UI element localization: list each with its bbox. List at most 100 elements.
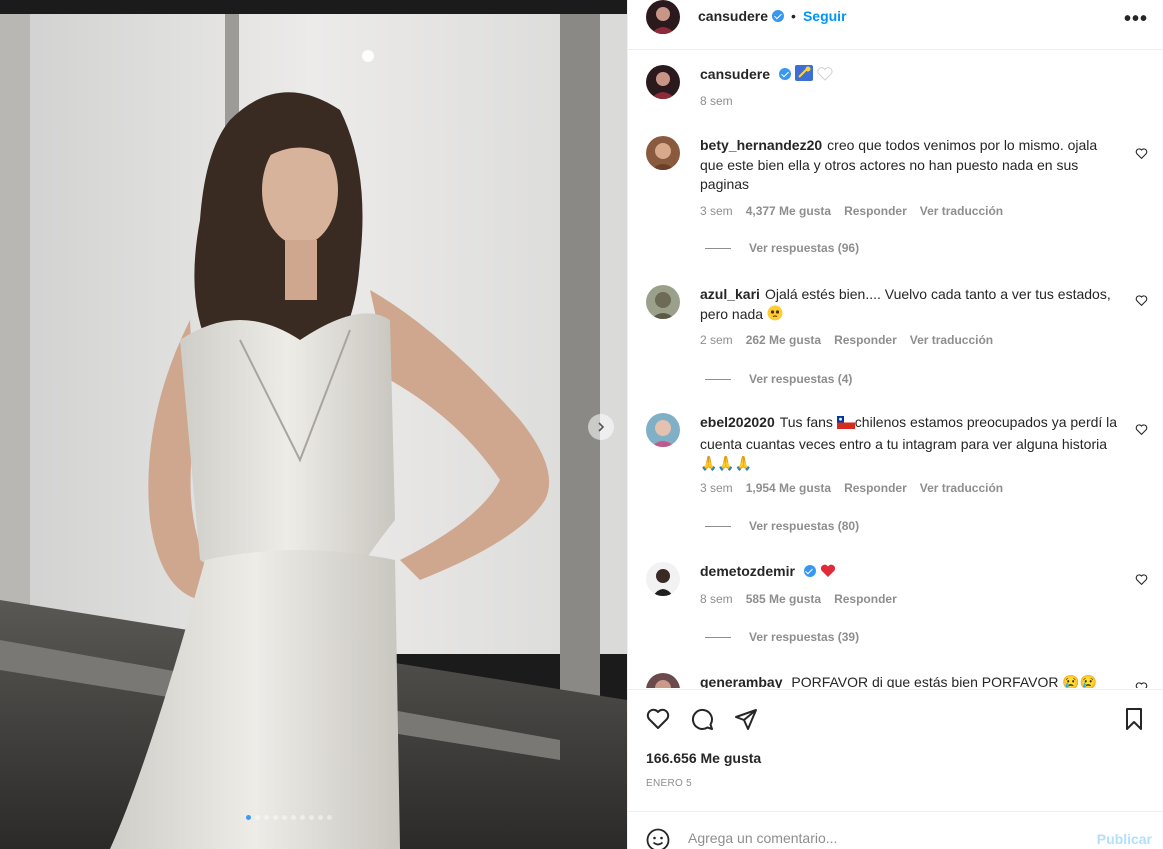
- carousel-dot: [255, 815, 260, 820]
- caption-username[interactable]: cansudere: [700, 66, 770, 82]
- carousel-indicator: [246, 815, 332, 820]
- separator-dot: •: [791, 8, 796, 24]
- follow-button[interactable]: Seguir: [803, 8, 847, 24]
- comment-likes[interactable]: 262 Me gusta: [746, 333, 821, 347]
- carousel-dot: [327, 815, 332, 820]
- chevron-right-icon: [598, 422, 605, 432]
- view-replies-label: Ver respuestas (96): [749, 241, 860, 255]
- comment-meta: 8 sem 585 Me gusta Responder: [700, 592, 910, 606]
- comment-meta: 3 sem 4,377 Me gusta Responder Ver traducci…: [700, 204, 1016, 218]
- comment-emoji: 🙏🙏🙏: [700, 455, 753, 471]
- comment-bubble-icon[interactable]: [690, 707, 714, 731]
- post-actions: 166.656 Me gusta ENERO 5: [628, 689, 1163, 811]
- post-header: cansudere • Seguir •••: [628, 0, 1163, 50]
- shooting-star-icon: [794, 65, 813, 87]
- view-replies-button[interactable]: Ver respuestas (96): [705, 241, 859, 255]
- comment-time[interactable]: 3 sem: [700, 481, 733, 495]
- commenter-username[interactable]: generambay: [700, 674, 782, 688]
- carousel-dot: [273, 815, 278, 820]
- caption-time[interactable]: 8 sem: [700, 94, 733, 108]
- translate-button[interactable]: Ver traducción: [920, 204, 1003, 218]
- commenter-username[interactable]: azul_kari: [700, 286, 760, 302]
- emoji-smiley-icon[interactable]: [646, 828, 670, 849]
- verified-badge-icon: [779, 68, 792, 80]
- reply-button[interactable]: Responder: [834, 592, 897, 606]
- commenter-avatar[interactable]: [646, 285, 680, 319]
- carousel-dot: [291, 815, 296, 820]
- add-comment-bar: Publicar: [628, 811, 1163, 849]
- commenter-username[interactable]: demetozdemir: [700, 563, 795, 579]
- post-side-panel: cansudere • Seguir ••• cansudere 8 sem b…: [627, 0, 1163, 849]
- replies-divider: [705, 378, 731, 380]
- carousel-dot: [282, 815, 287, 820]
- reply-button[interactable]: Responder: [844, 481, 907, 495]
- comment-text: ebel202020 Tus fans chilenos estamos preo…: [700, 413, 1120, 474]
- carousel-dot: [246, 815, 251, 820]
- commenter-username[interactable]: bety_hernandez20: [700, 137, 822, 153]
- comment-meta: 3 sem 1,954 Me gusta Responder Ver traducci…: [700, 481, 1016, 495]
- publish-button[interactable]: Publicar: [1097, 831, 1152, 847]
- like-comment-heart-icon[interactable]: [1135, 294, 1148, 307]
- like-heart-icon[interactable]: [646, 707, 670, 731]
- white-heart-icon: [817, 67, 833, 87]
- header-user-line: cansudere • Seguir: [698, 8, 847, 24]
- carousel-dot: [264, 815, 269, 820]
- verified-badge-icon: [803, 565, 816, 577]
- add-comment-input[interactable]: [688, 830, 1068, 846]
- post-date[interactable]: ENERO 5: [646, 778, 692, 789]
- reply-button[interactable]: Responder: [844, 204, 907, 218]
- comment-likes[interactable]: 4,377 Me gusta: [746, 204, 831, 218]
- elevator-portrait-image: [0, 0, 627, 849]
- comment-time[interactable]: 2 sem: [700, 333, 733, 347]
- like-comment-heart-icon[interactable]: [1135, 573, 1148, 586]
- comment-time[interactable]: 3 sem: [700, 204, 733, 218]
- comment-text: bety_hernandez20 creo que todos venimos p…: [700, 136, 1120, 195]
- view-replies-button[interactable]: Ver respuestas (39): [705, 630, 859, 644]
- commenter-username[interactable]: ebel202020: [700, 414, 775, 430]
- post-photo[interactable]: [0, 0, 627, 849]
- carousel-dot: [300, 815, 305, 820]
- view-replies-button[interactable]: Ver respuestas (4): [705, 372, 852, 386]
- comment-body: PORFAVOR di que estás bien PORFAVOR: [791, 674, 1059, 688]
- commenter-avatar[interactable]: [646, 413, 680, 447]
- view-replies-button[interactable]: Ver respuestas (80): [705, 519, 859, 533]
- commenter-avatar[interactable]: [646, 136, 680, 170]
- share-paper-plane-icon[interactable]: [734, 707, 758, 731]
- more-options-icon[interactable]: •••: [1124, 8, 1148, 31]
- comment-likes[interactable]: 1,954 Me gusta: [746, 481, 831, 495]
- comment-meta: 2 sem 262 Me gusta Responder Ver traducción: [700, 333, 1006, 347]
- commenter-avatar[interactable]: [646, 673, 680, 688]
- author-username[interactable]: cansudere: [698, 8, 768, 24]
- comment-text: azul_kari Ojalá estés bien.... Vuelvo cad…: [700, 285, 1120, 326]
- translate-button[interactable]: Ver traducción: [910, 333, 993, 347]
- comment-likes[interactable]: 585 Me gusta: [746, 592, 821, 606]
- red-heart-icon: [820, 564, 836, 584]
- next-photo-button[interactable]: [588, 414, 614, 440]
- translate-button[interactable]: Ver traducción: [920, 481, 1003, 495]
- author-avatar[interactable]: [646, 0, 680, 34]
- comment-body-start: Tus fans: [779, 414, 837, 430]
- caption-meta: 8 sem: [700, 94, 746, 108]
- verified-badge-icon: [772, 10, 785, 22]
- reply-button[interactable]: Responder: [834, 333, 897, 347]
- comment-text: demetozdemir: [700, 562, 1120, 584]
- view-replies-label: Ver respuestas (80): [749, 519, 860, 533]
- like-comment-heart-icon[interactable]: [1135, 423, 1148, 436]
- replies-divider: [705, 636, 731, 638]
- like-comment-heart-icon[interactable]: [1135, 681, 1148, 688]
- view-replies-label: Ver respuestas (39): [749, 630, 860, 644]
- save-bookmark-icon[interactable]: [1122, 707, 1146, 731]
- caption-text: cansudere: [700, 65, 1120, 87]
- comment-emoji: 😢😢: [1062, 674, 1098, 688]
- caption-avatar[interactable]: [646, 65, 680, 99]
- like-comment-heart-icon[interactable]: [1135, 147, 1148, 160]
- comment-time[interactable]: 8 sem: [700, 592, 733, 606]
- replies-divider: [705, 525, 731, 527]
- comment-body: Ojalá estés bien.... Vuelvo cada tanto a…: [700, 286, 1111, 322]
- commenter-avatar[interactable]: [646, 562, 680, 596]
- carousel-dot: [309, 815, 314, 820]
- comment-text: generambay PORFAVOR di que estás bien PO…: [700, 673, 1120, 688]
- comments-list[interactable]: cansudere 8 sem bety_hernandez20 creo que…: [628, 51, 1163, 688]
- likes-count[interactable]: 166.656 Me gusta: [646, 750, 761, 766]
- pleading-face-icon: [767, 305, 783, 327]
